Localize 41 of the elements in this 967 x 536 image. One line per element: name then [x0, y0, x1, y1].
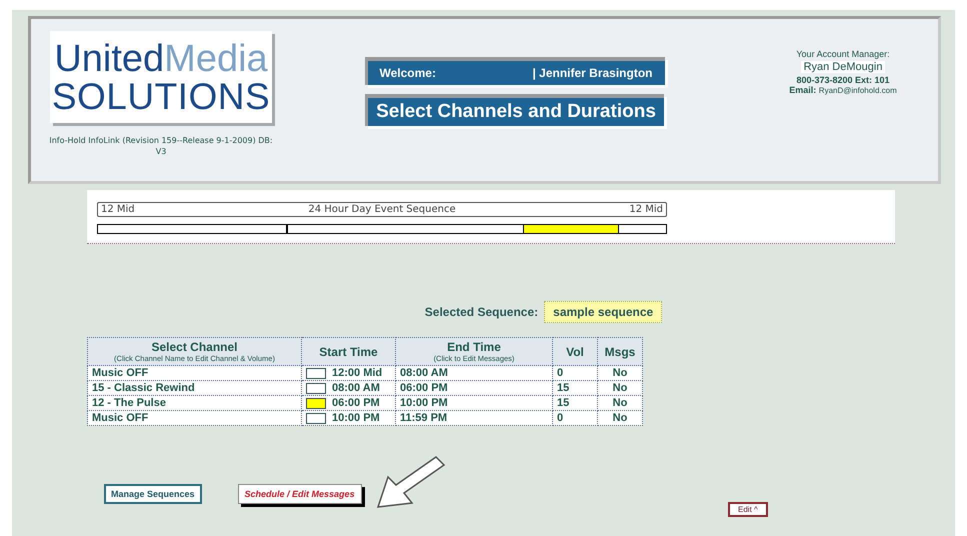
timeline-title: 24 Hour Day Event Sequence: [308, 203, 456, 216]
channel-link[interactable]: Music OFF: [88, 410, 302, 426]
messages-cell: No: [598, 366, 642, 380]
end-time-link[interactable]: 08:00 AM: [396, 366, 552, 380]
manager-email: Email: RyanD@infohold.com: [789, 85, 897, 95]
company-logo: UnitedMedia SOLUTIONS: [50, 31, 272, 123]
volume-cell: 0: [552, 410, 598, 426]
end-label: 12 Mid: [629, 203, 663, 216]
welcome-label: Welcome:: [380, 66, 436, 80]
volume-cell: 15: [552, 396, 598, 410]
manager-phone: 800-373-8200 Ext: 101: [796, 75, 890, 85]
start-label: 12 Mid: [101, 203, 135, 216]
schedule-messages-button[interactable]: Schedule / Edit Messages: [238, 484, 362, 504]
manager-name: Ryan DeMougin: [800, 61, 886, 73]
manager-label: Your Account Manager:: [796, 49, 890, 59]
page-title: Select Channels and Durations: [365, 94, 664, 126]
messages-cell: No: [598, 380, 642, 396]
column-header: Vol: [552, 338, 598, 366]
volume-cell: 15: [552, 380, 598, 396]
messages-cell: No: [598, 410, 642, 426]
sequence-name: sample sequence: [544, 301, 662, 323]
start-time: 06:00 PM: [332, 397, 380, 409]
sequence-label: Selected Sequence:: [424, 305, 538, 319]
version-text: Info-Hold InfoLink (Revision 159--Release 9-1-2009) DB: V3: [48, 135, 274, 158]
start-time: 10:00 PM: [332, 412, 380, 424]
arrow-icon: [376, 455, 448, 511]
channel-link[interactable]: 15 - Classic Rewind: [88, 380, 302, 396]
messages-cell: No: [598, 396, 642, 410]
channel-link[interactable]: Music OFF: [88, 366, 302, 380]
end-time-link[interactable]: 11:59 PM: [396, 410, 552, 426]
volume-cell: 0: [552, 366, 598, 380]
edit-button[interactable]: Edit ^: [728, 502, 768, 517]
user-name: | Jennifer Brasington: [532, 66, 652, 80]
channel-link[interactable]: 12 - The Pulse: [88, 396, 302, 410]
start-time: 12:00 Mid: [332, 367, 382, 379]
start-time: 08:00 AM: [332, 382, 380, 394]
manage-sequences-button[interactable]: Manage Sequences: [104, 484, 202, 504]
column-header: Msgs: [598, 338, 642, 366]
end-time-link[interactable]: 10:00 PM: [396, 396, 552, 410]
end-time-link[interactable]: 06:00 PM: [396, 380, 552, 396]
column-header: Start Time: [302, 338, 396, 366]
